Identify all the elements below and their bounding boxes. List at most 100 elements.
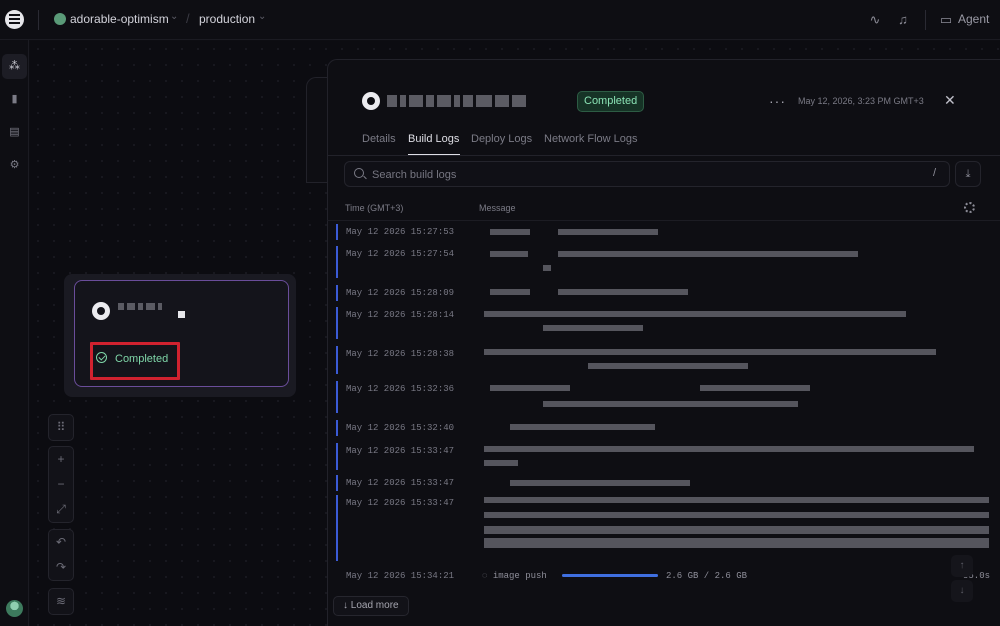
zoom-in-icon[interactable]: + [49,447,73,472]
breadcrumb-separator: / [186,11,190,26]
log-time: May 12 2026 15:27:53 [346,227,455,237]
redacted-message [490,229,530,235]
tab-network-flow-logs[interactable]: Network Flow Logs [544,133,638,145]
log-level-bar [336,346,338,374]
log-time: May 12 2026 15:27:54 [346,249,455,259]
service-name-redacted [118,303,165,310]
image-push-size: 2.6 GB / 2.6 GB [666,571,748,581]
redacted-message [510,424,655,430]
layers-toggle[interactable]: ≋ [48,588,74,615]
load-more-label: Load more [350,600,399,611]
chevron-down-icon[interactable]: ⌄ [170,11,178,22]
redacted-message [543,325,643,331]
log-time: May 12 2026 15:28:14 [346,310,455,320]
environment-name[interactable]: production [199,12,255,26]
chevron-down-icon[interactable]: ⌄ [258,11,266,22]
log-time: May 12 2026 15:33:47 [346,446,455,456]
redacted-message [558,229,658,235]
redacted-message [558,289,688,295]
card-status-badge: Completed [96,352,168,365]
redacted-message [484,446,974,452]
scroll-down-icon[interactable]: ↓ [951,580,973,602]
activity-icon[interactable]: ∿ [865,10,885,30]
history-controls: ↶ ↷ [48,529,74,581]
zoom-out-icon[interactable]: − [49,472,73,497]
search-input[interactable] [372,167,912,182]
sidebar: ⁂ ▮ ▤ ⚙ [0,40,29,626]
log-level-bar [336,246,338,278]
log-level-bar [336,420,338,436]
redacted-mark [178,311,188,318]
image-push-message: ◌ image push [482,571,547,581]
close-icon[interactable]: ✕ [944,92,956,109]
column-time: Time (GMT+3) [345,203,404,213]
undo-icon[interactable]: ↶ [49,530,73,555]
project-avatar-icon [54,13,66,25]
settings-icon[interactable]: ⚙ [2,153,27,178]
card-status-label: Completed [115,353,169,365]
chat-icon[interactable]: ▭ [936,10,956,30]
log-time: May 12 2026 15:33:47 [346,478,455,488]
redacted-message [484,538,989,548]
more-options-icon[interactable]: ··· [769,93,786,109]
layers-icon[interactable]: ≋ [49,589,73,614]
log-time: May 12 2026 15:32:40 [346,423,455,433]
load-more-button[interactable]: ↓ Load more [333,596,409,616]
bell-icon[interactable]: ♫ [893,10,913,30]
redacted-message [484,497,989,503]
log-level-bar [336,381,338,413]
agent-button[interactable]: Agent [958,12,989,26]
logs-icon[interactable]: ▤ [2,120,27,145]
redacted-message [558,251,858,257]
divider [38,10,39,30]
image-push-label: image push [492,571,547,581]
commit-title-redacted [387,95,529,107]
zoom-controls: + − ⤢ [48,446,74,523]
log-level-bar [336,495,338,561]
column-message: Message [479,203,516,213]
deployment-timestamp: May 12, 2026, 3:23 PM GMT+3 [798,96,924,106]
column-settings-icon[interactable] [964,202,975,213]
redacted-message [543,265,551,271]
divider [327,155,1000,156]
log-level-bar [336,443,338,470]
fit-view-icon[interactable]: ⤢ [49,497,73,522]
log-level-bar [336,307,338,339]
user-avatar[interactable] [6,600,23,617]
project-name[interactable]: adorable-optimism [70,12,169,26]
log-time: May 12 2026 15:33:47 [346,498,455,508]
redacted-message [490,251,528,257]
redacted-message [484,311,906,317]
deployment-status-badge: Completed [577,91,645,112]
app-logo-icon[interactable] [5,10,24,29]
metrics-icon[interactable]: ▮ [2,87,27,112]
redo-icon[interactable]: ↷ [49,555,73,580]
log-level-bar [336,475,338,491]
tab-details[interactable]: Details [362,133,396,145]
download-icon[interactable]: ⤓ [955,161,981,187]
search-icon [354,168,364,178]
panel-stack-edge [306,77,328,183]
github-icon [92,302,110,320]
redacted-message [588,363,748,369]
scroll-up-icon[interactable]: ↑ [951,555,973,577]
search-shortcut-key: / [933,167,937,179]
log-time: May 12 2026 15:28:38 [346,349,455,359]
grid-toggle[interactable]: ⠿ [48,414,74,441]
progress-fill [562,574,658,577]
redacted-message [484,349,936,355]
image-push-progress [562,574,658,577]
log-time: May 12 2026 15:32:36 [346,384,455,394]
architecture-icon[interactable]: ⁂ [2,54,27,79]
redacted-message [484,512,989,518]
redacted-message [490,289,530,295]
top-bar: adorable-optimism ⌄ / production ⌄ ∿ ♫ ▭… [0,0,1000,40]
check-circle-icon [96,352,107,363]
log-level-bar [336,285,338,301]
tab-build-logs[interactable]: Build Logs [408,133,459,145]
redacted-message [543,401,798,407]
redacted-message [510,480,690,486]
grid-icon[interactable]: ⠿ [49,415,73,440]
log-table-header [327,197,1000,221]
tab-deploy-logs[interactable]: Deploy Logs [471,133,532,145]
